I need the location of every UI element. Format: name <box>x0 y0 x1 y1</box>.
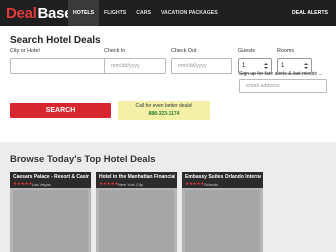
rooms-label: Rooms <box>277 48 295 54</box>
search-title: Search Hotel Deals <box>10 35 101 46</box>
top-nav-bar: Deal Base HOTELS FLIGHTS CARS VACATION P… <box>0 0 336 26</box>
select-arrows-icon <box>264 63 268 69</box>
hotel-image[interactable] <box>185 190 260 252</box>
card-header: Hotel in the Manhattan Financial ... ★★★… <box>96 172 177 188</box>
nav-hotels[interactable]: HOTELS <box>68 0 100 26</box>
star-rating-icon: ★★★★★ <box>99 181 119 186</box>
dealbase-logo[interactable]: Deal Base <box>6 4 72 22</box>
promo-phone-link[interactable]: 888-323-1174 <box>118 110 210 118</box>
checkout-label: Check Out <box>171 48 197 54</box>
main-nav: HOTELS FLIGHTS CARS VACATION PACKAGES <box>68 0 223 26</box>
card-header: Caesars Palace - Resort & Casino ★★★★★ L… <box>10 172 91 188</box>
star-rating-icon: ★★★★★ <box>13 181 33 186</box>
checkin-label: Check In <box>104 48 126 54</box>
city-input[interactable] <box>10 58 111 74</box>
hotel-location: New York City <box>118 181 143 187</box>
hotel-location: Orlando <box>204 181 219 187</box>
promo-text: Call for even better deals! <box>135 103 193 109</box>
guests-value: 1 <box>242 63 246 69</box>
hotel-name[interactable]: Caesars Palace - Resort & Casino <box>13 174 89 180</box>
search-button[interactable]: SEARCH <box>10 103 111 118</box>
select-arrows-icon <box>304 63 308 69</box>
nav-cars[interactable]: CARS <box>131 0 156 26</box>
hotel-image[interactable] <box>13 190 88 252</box>
deal-alerts-link[interactable]: DEAL ALERTS <box>292 0 328 26</box>
hotel-image[interactable] <box>99 190 174 252</box>
hotel-deal-card[interactable]: Hotel in the Manhattan Financial ... ★★★… <box>96 172 177 252</box>
nav-flights[interactable]: FLIGHTS <box>99 0 131 26</box>
logo-base-text: Base <box>37 4 73 22</box>
hotel-deal-card[interactable]: Caesars Palace - Resort & Casino ★★★★★ L… <box>10 172 91 252</box>
hotel-name[interactable]: Hotel in the Manhattan Financial ... <box>99 174 175 180</box>
checkin-input[interactable]: mm/dd/yyyy <box>104 58 166 74</box>
card-header: Embassy Suites Orlando Internati... ★★★★… <box>182 172 263 188</box>
city-label: City or Hotel <box>10 48 40 54</box>
hotel-name[interactable]: Embassy Suites Orlando Internati... <box>185 174 261 180</box>
hotel-location: Las Vegas <box>32 181 51 187</box>
deals-title: Browse Today's Top Hotel Deals <box>10 154 156 165</box>
hotel-deal-card[interactable]: Embassy Suites Orlando Internati... ★★★★… <box>182 172 263 252</box>
star-rating-icon: ★★★★★ <box>185 181 205 186</box>
checkout-input[interactable]: mm/dd/yyyy <box>171 58 232 74</box>
nav-vacation-packages[interactable]: VACATION PACKAGES <box>156 0 223 26</box>
email-field[interactable]: email address <box>239 79 327 93</box>
guests-label: Guests <box>238 48 256 54</box>
call-promo-box: Call for even better deals! 888-323-1174 <box>118 101 210 120</box>
rooms-value: 1 <box>281 63 285 69</box>
signup-text: Sign up for fare alerts & last minute ..… <box>239 71 323 77</box>
logo-deal-text: Deal <box>6 4 37 22</box>
